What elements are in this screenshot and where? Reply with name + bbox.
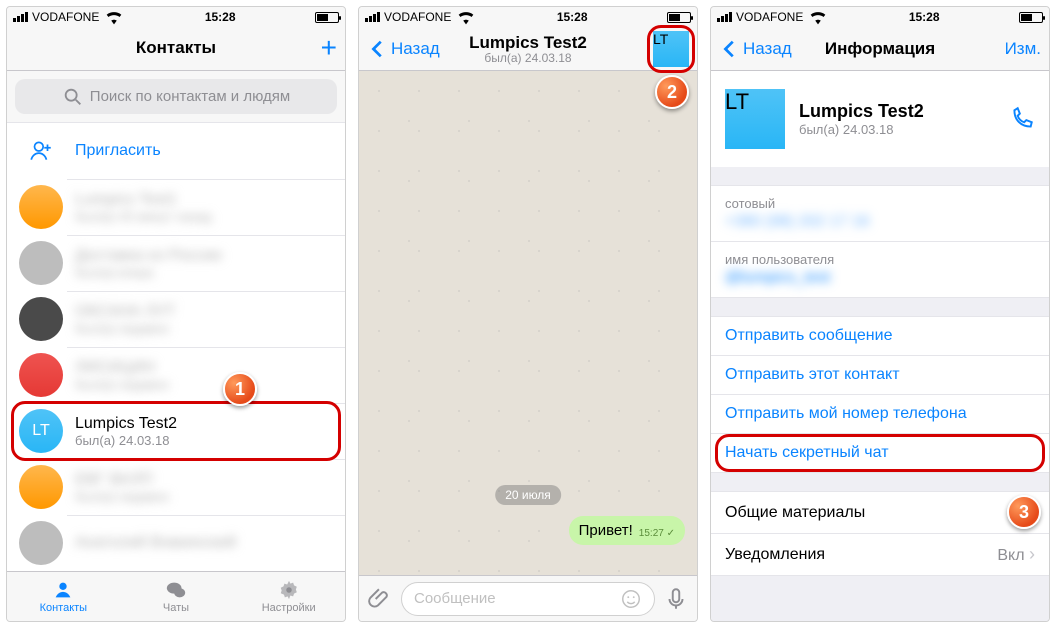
mic-icon[interactable] xyxy=(663,586,689,612)
signal-icon xyxy=(365,12,380,22)
list-item[interactable]: ЕВГ ВАЛПбыл(а) недавно xyxy=(7,459,345,515)
list-item[interactable]: Lumpics Test1был(а) 45 минут назад xyxy=(7,179,345,235)
tab-contacts[interactable]: Контакты xyxy=(7,572,120,621)
avatar xyxy=(19,465,63,509)
contact-lumpics-test2[interactable]: LT Lumpics Test2 был(а) 24.03.18 xyxy=(7,403,345,459)
search-placeholder: Поиск по контактам и людям xyxy=(90,88,290,105)
search-icon xyxy=(62,86,84,108)
chat-avatar-button[interactable]: LT xyxy=(653,31,689,67)
sticker-icon[interactable] xyxy=(620,588,642,610)
plus-icon: + xyxy=(321,34,337,62)
battery-icon xyxy=(1019,12,1043,23)
back-button[interactable]: Назад xyxy=(719,38,792,60)
profile-header: LT Lumpics Test2 был(а) 24.03.18 xyxy=(711,71,1049,167)
input-bar: Сообщение xyxy=(359,575,697,621)
wifi-icon xyxy=(807,6,829,28)
screen-chat: VODAFONE 15:28 Назад Lumpics Test2 был(а… xyxy=(358,6,698,622)
chevron-left-icon xyxy=(719,38,741,60)
profile-name: Lumpics Test2 xyxy=(799,101,995,122)
signal-icon xyxy=(13,12,28,22)
profile-status: был(а) 24.03.18 xyxy=(799,122,995,137)
avatar xyxy=(19,185,63,229)
username-row[interactable]: имя пользователя @lumpics_test xyxy=(711,241,1049,297)
message-bubble[interactable]: Привет! 15:27 ✓ xyxy=(569,516,685,545)
page-title: Контакты xyxy=(136,38,216,57)
avatar: LT xyxy=(19,409,63,453)
call-icon[interactable] xyxy=(1009,106,1035,132)
date-chip: 20 июля xyxy=(495,485,561,505)
carrier-label: VODAFONE xyxy=(32,10,99,24)
search-input[interactable]: Поиск по контактам и людям xyxy=(15,79,337,115)
invite-label: Пригласить xyxy=(75,142,161,160)
page-title: Информация xyxy=(825,39,935,58)
notifications-row[interactable]: Уведомления Вкл › xyxy=(711,533,1049,575)
start-secret-chat-row[interactable]: Начать секретный чат xyxy=(711,433,1049,472)
contact-status: был(а) 24.03.18 xyxy=(75,433,333,448)
add-contact-button[interactable]: + xyxy=(321,34,337,62)
shared-media-row[interactable]: Общие материалы › xyxy=(711,492,1049,533)
contacts-icon xyxy=(50,579,76,601)
back-button[interactable]: Назад xyxy=(367,38,440,60)
tab-chats[interactable]: Чаты xyxy=(120,572,233,621)
avatar xyxy=(19,297,63,341)
invite-row[interactable]: Пригласить xyxy=(7,122,345,179)
gear-icon xyxy=(276,579,302,601)
send-message-row[interactable]: Отправить сообщение xyxy=(711,317,1049,355)
chats-icon xyxy=(163,579,189,601)
navbar: Назад Lumpics Test2 был(а) 24.03.18 LT xyxy=(359,27,697,71)
chat-body[interactable]: 20 июля Привет! 15:27 ✓ xyxy=(359,71,697,575)
avatar xyxy=(19,521,63,565)
navbar: Контакты + xyxy=(7,27,345,71)
navbar: Назад Информация Изм. xyxy=(711,27,1049,71)
clock-label: 15:28 xyxy=(205,10,236,24)
chat-title: Lumpics Test2 xyxy=(469,33,587,52)
screen-info: VODAFONE 15:28 Назад Информация Изм. LT … xyxy=(710,6,1050,622)
list-item[interactable]: ОКСАНА ЛУТбыл(а) недавно xyxy=(7,291,345,347)
avatar xyxy=(19,241,63,285)
send-my-number-row[interactable]: Отправить мой номер телефона xyxy=(711,394,1049,433)
tab-settings[interactable]: Настройки xyxy=(232,572,345,621)
edit-button[interactable]: Изм. xyxy=(1005,39,1041,59)
chevron-left-icon xyxy=(367,38,389,60)
attach-icon[interactable] xyxy=(367,586,393,612)
chevron-right-icon: › xyxy=(1029,502,1035,523)
list-item[interactable]: Доставка из Россиибыл(а) вчера xyxy=(7,235,345,291)
list-item[interactable]: Анатолий Вовкинский xyxy=(7,515,345,571)
message-text: Привет! xyxy=(579,522,633,539)
phone-row[interactable]: сотовый +380 (98) 202 17 16 xyxy=(711,186,1049,241)
battery-icon xyxy=(315,12,339,23)
tab-bar: Контакты Чаты Настройки xyxy=(7,571,345,621)
message-input[interactable]: Сообщение xyxy=(401,582,655,616)
battery-icon xyxy=(667,12,691,23)
notifications-value: Вкл › xyxy=(997,544,1035,565)
contact-name: Lumpics Test2 xyxy=(75,415,333,433)
status-bar: VODAFONE 15:28 xyxy=(711,7,1049,27)
wifi-icon xyxy=(103,6,125,28)
status-bar: VODAFONE 15:28 xyxy=(7,7,345,27)
wifi-icon xyxy=(455,6,477,28)
message-time: 15:27 ✓ xyxy=(639,528,675,539)
avatar[interactable]: LT xyxy=(725,89,785,149)
status-bar: VODAFONE 15:28 xyxy=(359,7,697,27)
screen-contacts: VODAFONE 15:28 Контакты + Поиск по конта… xyxy=(6,6,346,622)
send-contact-row[interactable]: Отправить этот контакт xyxy=(711,355,1049,394)
list-item[interactable]: ЛИСИЦИНбыл(а) недавно xyxy=(7,347,345,403)
avatar xyxy=(19,353,63,397)
invite-icon xyxy=(28,138,54,164)
signal-icon xyxy=(717,12,732,22)
